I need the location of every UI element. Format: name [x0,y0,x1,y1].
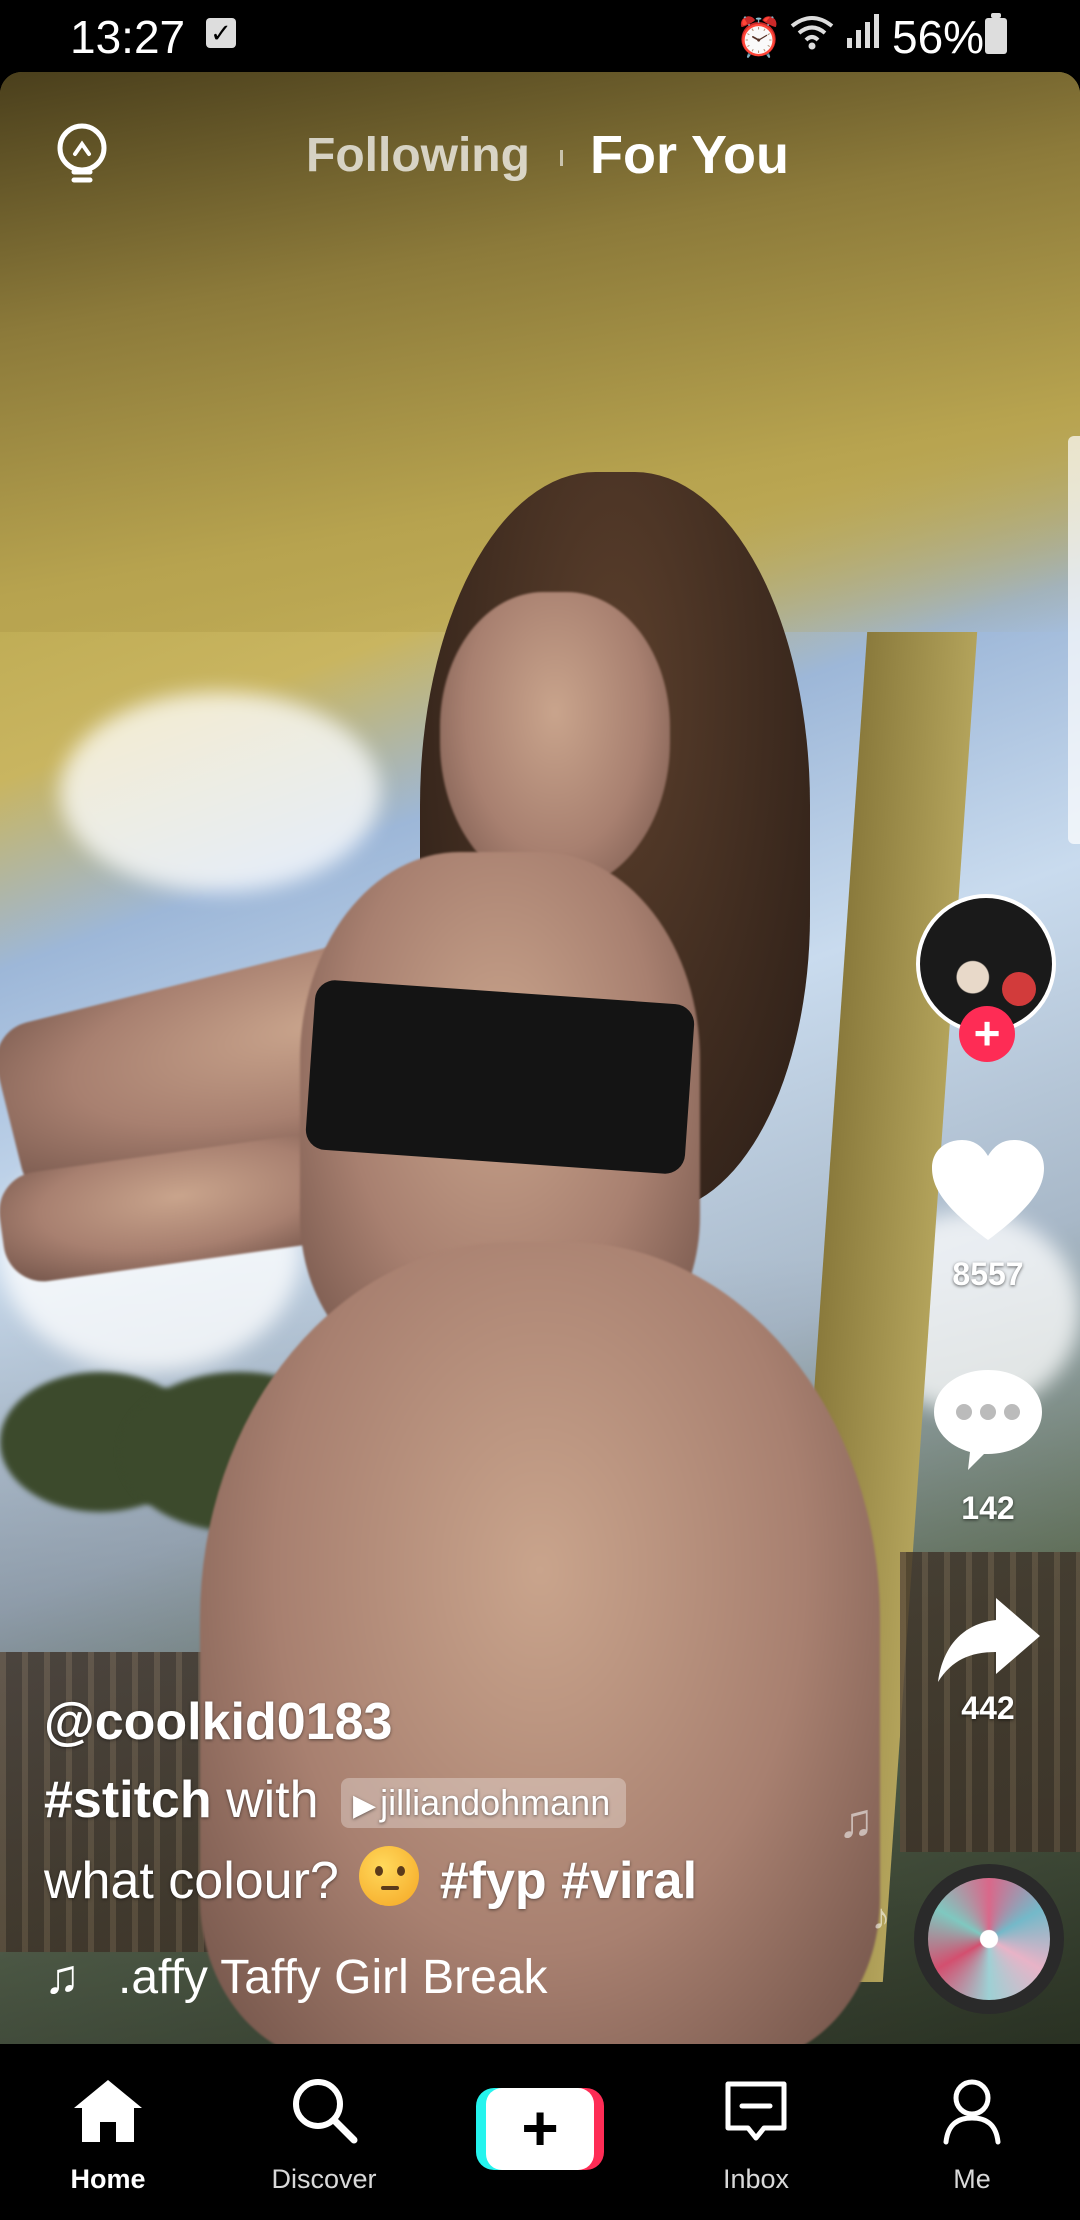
bottom-nav: Home Discover + Inbox Me [0,2044,1080,2220]
hashtag-fyp[interactable]: #fyp [440,1852,547,1910]
tab-for-you[interactable]: For You [590,124,789,186]
status-time: 13:27 [70,11,186,63]
wifi-icon [788,12,836,62]
hashtag-stitch[interactable]: #stitch [44,1771,212,1829]
hashtag-viral[interactable]: #viral [561,1852,697,1910]
comment-icon[interactable] [930,1366,1046,1472]
video-subject-face [440,592,670,892]
scroll-indicator [1068,436,1080,844]
caption-line-1: #stitch with ▶ jilliandohmann [44,1770,627,1830]
floating-note-icon: ♪ [872,1896,890,1937]
caption-with: with [226,1771,319,1829]
profile-icon [943,2079,1001,2145]
lightbulb-icon[interactable] [50,120,114,190]
floating-note-icon: ♫ [838,1795,874,1848]
stitched-username: jilliandohmann [380,1782,611,1824]
follow-button[interactable]: + [959,1006,1015,1062]
nav-discover-label: Discover [271,2164,377,2194]
music-note-icon: ♫ [44,1951,80,2004]
play-icon: ▶ [353,1789,377,1823]
video-subject-body [200,1242,880,2044]
nav-me-label: Me [953,2164,991,2194]
alarm-icon: ⏰ [735,17,783,59]
create-button[interactable]: + [476,2088,604,2170]
inbox-icon [725,2081,787,2141]
nav-discover[interactable]: Discover [244,2044,404,2220]
creator-username[interactable]: @coolkid0183 [44,1692,392,1752]
video-scene-cloud [60,692,380,892]
home-icon [74,2080,142,2142]
nav-inbox[interactable]: Inbox [676,2044,836,2220]
share-icon[interactable] [934,1594,1044,1686]
status-bar: 13:27 ✓ ⏰ 56% [0,0,1080,72]
caption-line-2: what colour? #fyp #viral [44,1846,697,1911]
search-icon [293,2079,358,2144]
battery-icon [985,13,1007,54]
like-count: 8557 [952,1256,1024,1292]
heart-icon[interactable] [928,1136,1048,1246]
nav-inbox-label: Inbox [722,2164,790,2194]
nav-home[interactable]: Home [28,2044,188,2220]
comment-count: 142 [961,1490,1015,1526]
sound-name[interactable]: .affy Taffy Girl Break [118,1950,598,2005]
checkbox-notification-icon: ✓ [206,18,236,48]
tab-following[interactable]: Following [306,128,530,183]
stitched-user-chip[interactable]: ▶ jilliandohmann [341,1778,627,1829]
nav-me[interactable]: Me [892,2044,1052,2220]
signal-icon [845,10,885,60]
battery-percent: 56% [892,11,985,63]
nav-home-label: Home [70,2164,146,2194]
caption-text: what colour? [44,1852,339,1910]
sound-disc[interactable] [914,1864,1064,2014]
tab-divider [560,150,563,166]
share-count: 442 [961,1690,1015,1726]
thinking-face-emoji-icon [359,1846,420,1906]
plus-icon: + [486,2088,594,2170]
video-subject-top [304,978,696,1176]
